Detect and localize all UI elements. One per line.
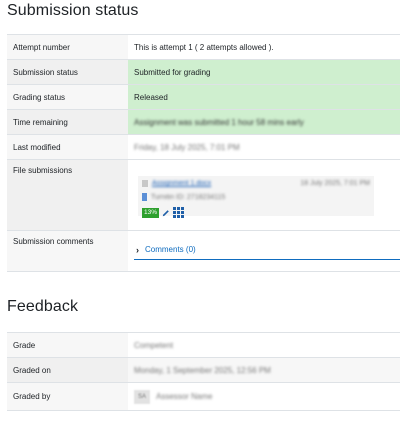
row-time-remaining: Time remaining Assignment was submitted …: [7, 109, 400, 135]
last-modified-value: Friday, 18 July 2025, 7:01 PM: [134, 142, 240, 152]
submission-status-heading: Submission status: [7, 2, 139, 19]
submission-status-value: Submitted for grading: [128, 59, 400, 85]
submission-status-label: Submission status: [7, 59, 128, 85]
file-submission-box: Assignment 1.docx 18 July 2025, 7:01 PM …: [138, 176, 374, 218]
feedback-heading: Feedback: [7, 298, 79, 315]
grade-label: Grade: [7, 332, 128, 358]
file-link[interactable]: Assignment 1.docx: [152, 180, 211, 187]
pencil-icon[interactable]: [162, 209, 170, 217]
chevron-right-icon: ›: [136, 244, 139, 255]
graded-by-label: Graded by: [7, 382, 128, 411]
file-submissions-label: File submissions: [7, 159, 128, 231]
row-last-modified: Last modified Friday, 18 July 2025, 7:01…: [7, 134, 400, 160]
turnitin-id: Turnitin ID: 2718234115: [151, 193, 226, 201]
graded-on-label: Graded on: [7, 357, 128, 383]
similarity-score-badge[interactable]: 13%: [142, 207, 160, 218]
grid-icon[interactable]: [173, 207, 185, 218]
row-submission-comments: Submission comments › Comments (0): [7, 230, 400, 272]
row-grading-status: Grading status Released: [7, 84, 400, 110]
row-graded-by: Graded by SA Assessor Name: [7, 382, 400, 411]
feedback-table: Grade Competent Graded on Monday, 1 Sept…: [7, 332, 400, 411]
time-remaining-label: Time remaining: [7, 109, 128, 135]
file-date: 18 July 2025, 7:01 PM: [300, 180, 370, 187]
avatar: SA: [134, 389, 150, 404]
flag-icon: [142, 193, 147, 201]
grading-status-value: Released: [128, 84, 400, 110]
row-attempt-number: Attempt number This is attempt 1 ( 2 att…: [7, 34, 400, 60]
row-submission-status: Submission status Submitted for grading: [7, 59, 400, 85]
row-file-submissions: File submissions Assignment 1.docx 18 Ju…: [7, 159, 400, 231]
row-grade: Grade Competent: [7, 332, 400, 358]
attempt-number-label: Attempt number: [7, 34, 128, 60]
row-graded-on: Graded on Monday, 1 September 2025, 12:5…: [7, 357, 400, 383]
time-remaining-value: Assignment was submitted 1 hour 58 mins …: [134, 117, 304, 127]
grade-value: Competent: [134, 340, 174, 350]
graded-on-value: Monday, 1 September 2025, 12:56 PM: [134, 365, 271, 375]
last-modified-label: Last modified: [7, 134, 128, 160]
comments-divider: [134, 258, 400, 260]
attempt-number-value: This is attempt 1 ( 2 attempts allowed )…: [128, 34, 400, 60]
grader-name: Assessor Name: [156, 391, 213, 401]
comments-link-text[interactable]: Comments (0): [145, 245, 196, 254]
submission-comments-label: Submission comments: [7, 230, 128, 272]
grading-status-label: Grading status: [7, 84, 128, 110]
submission-status-table: Attempt number This is attempt 1 ( 2 att…: [7, 34, 400, 272]
comments-toggle[interactable]: › Comments (0): [136, 245, 394, 255]
file-icon: [142, 180, 148, 187]
